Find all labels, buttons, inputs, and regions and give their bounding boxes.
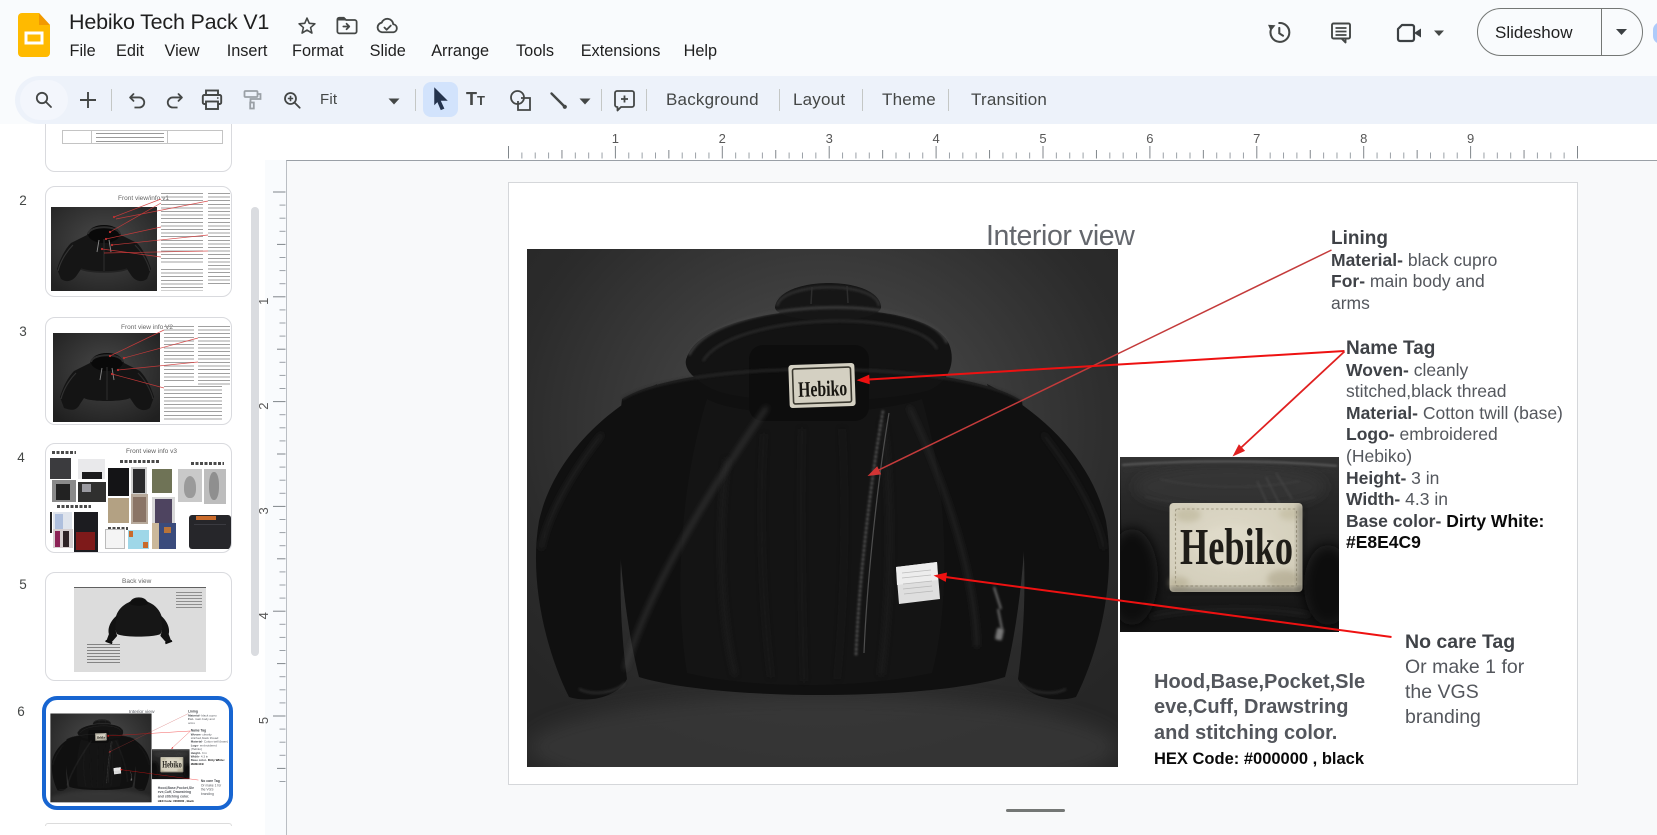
svg-text:1: 1 <box>612 131 619 146</box>
svg-text:2: 2 <box>256 402 271 409</box>
svg-text:3: 3 <box>256 507 271 514</box>
svg-text:8: 8 <box>1360 131 1367 146</box>
svg-text:1: 1 <box>256 298 271 305</box>
svg-text:9: 9 <box>1467 131 1474 146</box>
svg-text:5: 5 <box>256 717 271 724</box>
svg-text:4: 4 <box>932 131 939 146</box>
svg-text:7: 7 <box>1253 131 1260 146</box>
svg-text:2: 2 <box>719 131 726 146</box>
svg-text:3: 3 <box>826 131 833 146</box>
svg-text:6: 6 <box>1146 131 1153 146</box>
svg-text:5: 5 <box>1039 131 1046 146</box>
svg-text:4: 4 <box>256 612 271 619</box>
